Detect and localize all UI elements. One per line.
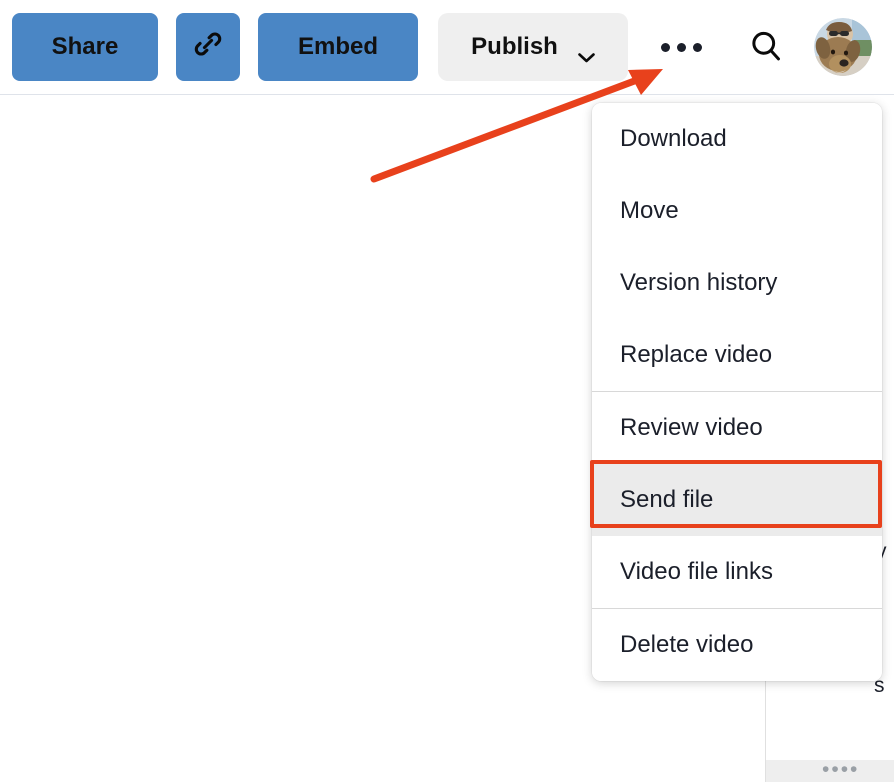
menu-group-1: Download Move Version history Replace vi…: [592, 103, 882, 391]
link-icon: [191, 27, 225, 68]
menu-item-send-file[interactable]: Send file: [592, 464, 882, 536]
publish-button[interactable]: Publish: [438, 13, 628, 81]
share-button[interactable]: Share: [12, 13, 158, 81]
menu-item-delete-video[interactable]: Delete video: [592, 609, 882, 681]
embed-button-label: Embed: [297, 33, 378, 60]
embed-button[interactable]: Embed: [258, 13, 418, 81]
more-horizontal-icon-dot2: [676, 42, 686, 52]
avatar[interactable]: [814, 18, 872, 76]
chevron-down-icon: [578, 42, 595, 63]
publish-button-label: Publish: [471, 33, 558, 60]
menu-group-3: Delete video: [592, 608, 882, 681]
more-options-menu[interactable]: Download Move Version history Replace vi…: [592, 103, 882, 681]
menu-group-2: Review video Send file Video file links: [592, 391, 882, 608]
more-horizontal-button[interactable]: [650, 16, 712, 78]
menu-item-version-history[interactable]: Version history: [592, 247, 882, 319]
copy-link-button[interactable]: [176, 13, 240, 81]
search-button[interactable]: [738, 19, 794, 75]
more-horizontal-icon: [660, 42, 670, 52]
search-icon: [748, 28, 784, 67]
user-avatar-dog-photo: [814, 18, 872, 76]
app-header-toolbar: Share Embed Publish: [0, 0, 894, 95]
share-button-label: Share: [51, 33, 119, 60]
menu-item-move[interactable]: Move: [592, 175, 882, 247]
menu-item-replace-video[interactable]: Replace video: [592, 319, 882, 391]
menu-item-video-file-links[interactable]: Video file links: [592, 536, 882, 608]
menu-item-download[interactable]: Download: [592, 103, 882, 175]
more-horizontal-icon-dot3: [692, 42, 702, 52]
menu-item-review-video[interactable]: Review video: [592, 392, 882, 464]
background-partial-ellipsis: ••••: [822, 758, 860, 781]
